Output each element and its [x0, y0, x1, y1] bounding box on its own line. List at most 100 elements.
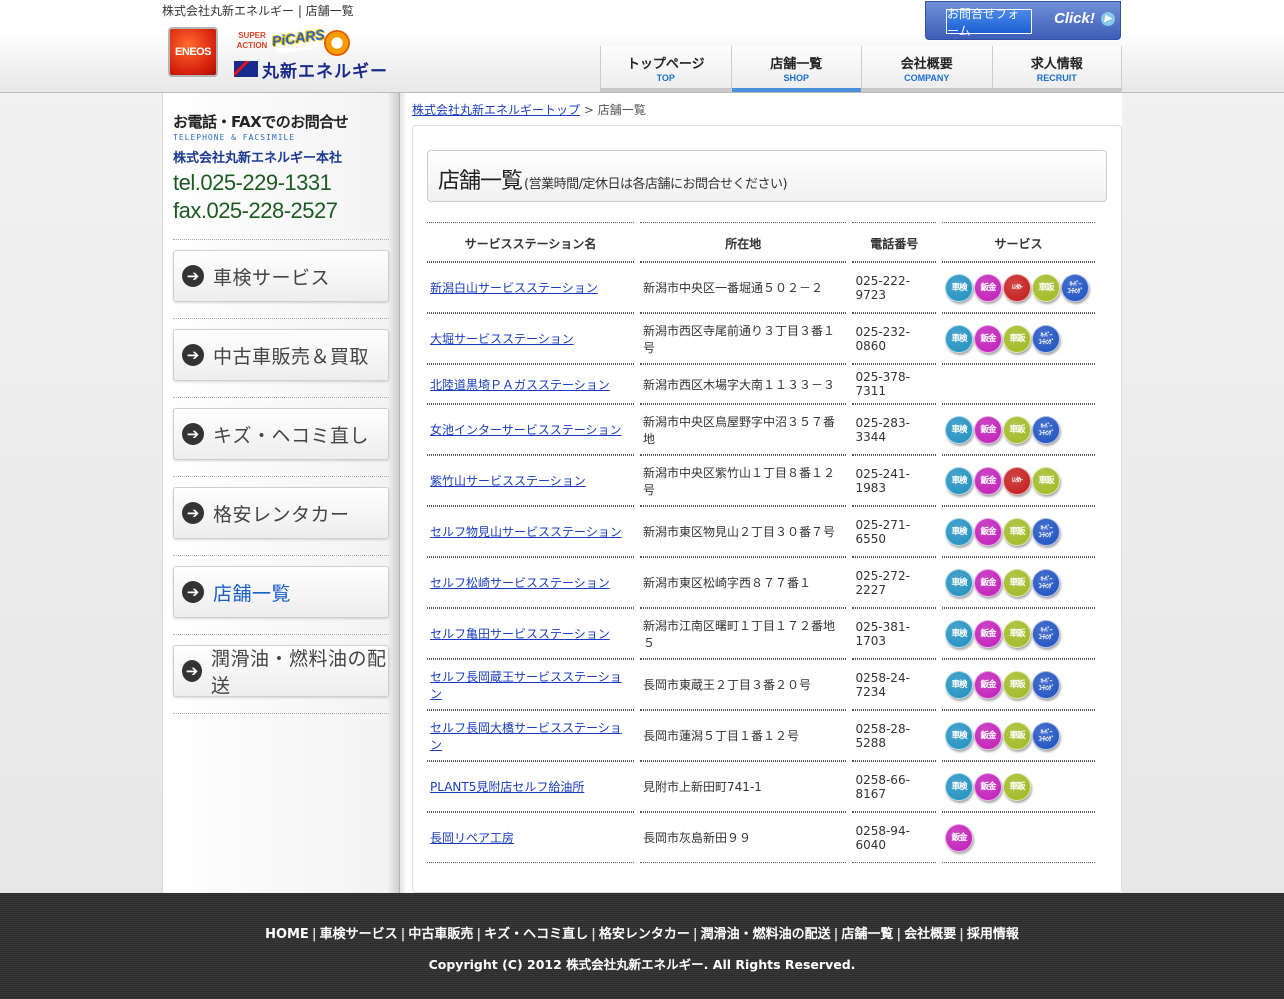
content-wrapper: お電話・FAXでのお問合せ TELEPHONE & FACSIMILE 株式会社…: [162, 93, 1122, 893]
nav-sublabel: TOP: [656, 72, 675, 83]
footer-nav-separator: |: [476, 927, 482, 942]
logo-area[interactable]: ENEOS SUPER ACTION PiCARS 丸新エネルギー: [168, 23, 398, 81]
table-row: 紫竹山サービスステーション 新潟市中央区紫竹山１丁目８番１２号 025-241-19…: [427, 455, 1095, 506]
shop-link[interactable]: 女池インターサービスステーション: [430, 423, 622, 437]
shop-link[interactable]: 紫竹山サービスステーション: [430, 474, 586, 488]
shop-link[interactable]: セルフ亀田サービスステーション: [430, 627, 610, 641]
footer-nav-separator: |: [896, 927, 902, 942]
column-header-services: サービス: [942, 222, 1095, 262]
table-row: 新潟白山サービスステーション 新潟市中央区一番堀通５０２－２ 025-222-972…: [427, 262, 1095, 313]
footer-nav-link[interactable]: キズ・ヘコミ直し: [484, 927, 588, 942]
column-header-address: 所在地: [640, 222, 847, 262]
service-shaken-icon: 車検: [945, 517, 974, 546]
shop-address: 新潟市東区物見山２丁目３０番７号: [640, 506, 847, 557]
superaction-logo: SUPER ACTION: [236, 31, 268, 50]
column-header-name: サービスステーション名: [427, 222, 635, 262]
shop-link[interactable]: セルフ松崎サービスステーション: [430, 576, 610, 590]
service-coating-icon: ｷｰﾊﾟｰ ｺｰﾃｨﾝｸﾞ: [1032, 324, 1061, 353]
footer-nav-separator: |: [400, 927, 406, 942]
shop-table: サービスステーション名 所在地 電話番号 サービス 新潟白山サービスステーション…: [421, 222, 1101, 863]
service-shaken-icon: 車検: [945, 568, 974, 597]
breadcrumb-home-link[interactable]: 株式会社丸新エネルギートップ: [412, 103, 580, 117]
breadcrumb-separator: >: [583, 103, 594, 117]
footer-nav-link[interactable]: 中古車販売: [408, 927, 473, 942]
shop-name-cell: 新潟白山サービスステーション: [427, 262, 635, 313]
nav-item-recruit[interactable]: 求人情報 RECRUIT: [991, 46, 1122, 92]
service-icons: 車検 鈑金 車販 ｷｰﾊﾟｰ ｺｰﾃｨﾝｸﾞ: [945, 415, 1092, 444]
service-shaken-icon: 車検: [945, 721, 974, 750]
shop-link[interactable]: セルフ長岡蔵王サービスステーション: [430, 670, 622, 701]
footer-nav-link[interactable]: HOME: [265, 927, 309, 942]
shop-name-cell: 女池インターサービスステーション: [427, 404, 635, 455]
service-bankin-icon: 鈑金: [974, 568, 1003, 597]
shop-link[interactable]: 新潟白山サービスステーション: [430, 281, 598, 295]
nav-item-top[interactable]: トップページ TOP: [600, 46, 731, 92]
footer-nav-link[interactable]: 潤滑油・燃料油の配送: [701, 927, 831, 942]
service-bankin-icon: 鈑金: [974, 324, 1003, 353]
sidebar-divider: [173, 397, 389, 398]
shop-tel: 025-232-0860: [852, 313, 937, 364]
table-row: 北陸道黒埼ＰＡガスステーション 新潟市西区木場字大南１１３３－３ 025-378-7…: [427, 364, 1095, 404]
shop-link[interactable]: 大堀サービスステーション: [430, 332, 574, 346]
sidebar-item-used-cars[interactable]: ➔ 中古車販売＆買取: [173, 329, 389, 381]
contact-form-button[interactable]: お問合せフォーム: [946, 7, 1032, 38]
shop-tel: 025-271-6550: [852, 506, 937, 557]
service-bankin-icon: 鈑金: [974, 772, 1003, 801]
sidebar-item-oil-delivery[interactable]: ➔ 潤滑油・燃料油の配送: [173, 645, 389, 697]
sidebar-item-shaken[interactable]: ➔ 車検サービス: [173, 250, 389, 302]
table-row: PLANT5見附店セルフ給油所 見附市上新田町741-1 0258-66-8167 車…: [427, 761, 1095, 812]
service-shaken-icon: 車検: [945, 619, 974, 648]
contact-subtitle: TELEPHONE & FACSIMILE: [173, 133, 296, 142]
service-coating-icon: ｷｰﾊﾟｰ ｺｰﾃｨﾝｸﾞ: [1061, 273, 1090, 302]
company-mark-icon: [234, 61, 258, 77]
service-hanbai-icon: 車販: [1032, 273, 1061, 302]
footer-nav-link[interactable]: 会社概要: [904, 927, 956, 942]
footer-nav-link[interactable]: 店舗一覧: [841, 927, 893, 942]
company-logo-text: 丸新エネルギー: [262, 61, 388, 81]
shop-link[interactable]: PLANT5見附店セルフ給油所: [430, 780, 584, 794]
service-hanbai-icon: 車販: [1003, 670, 1032, 699]
shop-services: 車検 鈑金 車販: [942, 761, 1095, 812]
sidebar-item-rental-car[interactable]: ➔ 格安レンタカー: [173, 487, 389, 539]
footer-nav-link[interactable]: 車検サービス: [320, 927, 398, 942]
nav-label: 求人情報: [1030, 56, 1083, 72]
nav-item-company[interactable]: 会社概要 COMPANY: [861, 46, 992, 92]
service-shaken-icon: 車検: [945, 415, 974, 444]
page-title: 店舗一覧: [438, 169, 523, 194]
footer-nav-link[interactable]: 採用情報: [967, 927, 1019, 942]
shop-address: 新潟市西区木場字大南１１３３－３: [640, 364, 847, 404]
column-header-tel: 電話番号: [852, 222, 937, 262]
service-bankin-icon: 鈑金: [974, 670, 1003, 699]
shop-address: 長岡市灰島新田９９: [640, 812, 847, 863]
sidebar-divider: [173, 713, 389, 714]
footer-nav-link[interactable]: 格安レンタカー: [599, 927, 690, 942]
sidebar-item-dent-repair[interactable]: ➔ キズ・ヘコミ直し: [173, 408, 389, 460]
global-nav: トップページ TOP 店舗一覧 SHOP 会社概要 COMPANY 求人情報 RECRUIT: [600, 46, 1122, 92]
arrow-right-icon: ➔: [182, 660, 202, 682]
service-shaken-icon: 車検: [945, 670, 974, 699]
service-hanbai-icon: 車販: [1003, 619, 1032, 648]
nav-item-shop[interactable]: 店舗一覧 SHOP: [730, 46, 861, 92]
contact-banner[interactable]: お問合せフォーム Click! ▶: [925, 1, 1121, 40]
shop-services: 車検 鈑金 車販 ｷｰﾊﾟｰ ｺｰﾃｨﾝｸﾞ: [942, 557, 1095, 608]
copyright: Copyright (C) 2012 株式会社丸新エネルギー. All Righ…: [428, 957, 856, 972]
shop-link[interactable]: 北陸道黒埼ＰＡガスステーション: [430, 378, 610, 392]
header: 株式会社丸新エネルギー | 店舗一覧 ENEOS SUPER ACTION Pi…: [0, 0, 1284, 93]
shop-link[interactable]: セルフ物見山サービスステーション: [430, 525, 622, 539]
service-bankin-icon: 鈑金: [945, 823, 974, 852]
shop-name-cell: セルフ松崎サービスステーション: [427, 557, 635, 608]
sidebar-item-shop-list[interactable]: ➔ 店舗一覧: [173, 566, 389, 618]
shop-link[interactable]: セルフ長岡大橋サービスステーション: [430, 721, 622, 752]
nav-sublabel: COMPANY: [904, 72, 950, 83]
shop-address: 長岡市蓮潟５丁目１番１２号: [640, 710, 847, 761]
shop-services: 車検 鈑金 車販 ｷｰﾊﾟｰ ｺｰﾃｨﾝｸﾞ: [942, 659, 1095, 710]
shop-tel: 025-378-7311: [852, 364, 937, 404]
click-button[interactable]: Click! ▶: [1054, 10, 1115, 27]
shop-services: 車検 鈑金 ﾚﾝﾀｶｰ 車販 ｷｰﾊﾟｰ ｺｰﾃｨﾝｸﾞ: [942, 262, 1095, 313]
service-hanbai-icon: 車販: [1003, 517, 1032, 546]
shop-name-cell: 長岡リペア工房: [427, 812, 635, 863]
shop-link[interactable]: 長岡リペア工房: [430, 831, 514, 845]
picars-logo: PiCARS: [270, 23, 326, 55]
sidebar-divider: [173, 318, 389, 319]
shop-name-cell: PLANT5見附店セルフ給油所: [427, 761, 635, 812]
